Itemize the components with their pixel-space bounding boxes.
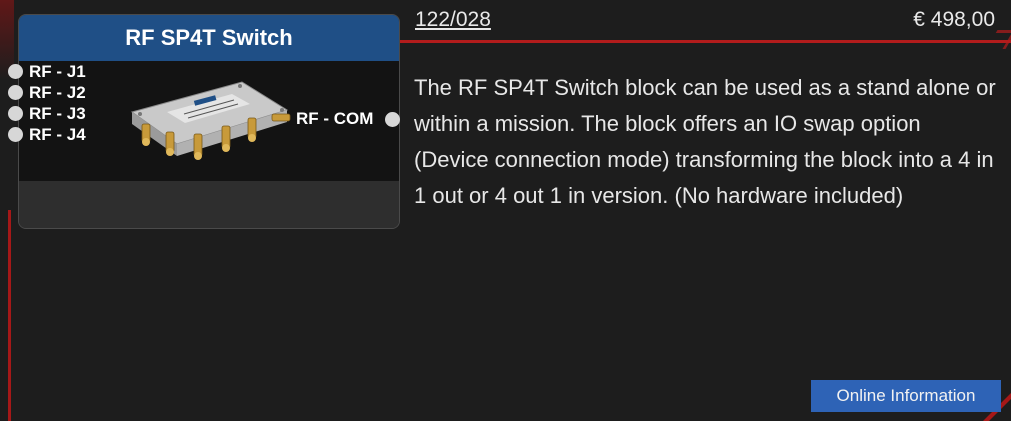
- port-rf-j1[interactable]: RF - J1: [8, 61, 86, 82]
- port-label: RF - J3: [29, 103, 86, 123]
- port-connector-icon[interactable]: [8, 127, 23, 142]
- port-connector-icon[interactable]: [385, 111, 401, 127]
- block-footer: [19, 181, 399, 228]
- port-connector-icon[interactable]: [8, 64, 23, 79]
- product-panel: RF SP4T Switch RF - J1 RF - J2 RF - J3 R…: [0, 0, 1011, 421]
- port-rf-j3[interactable]: RF - J3: [8, 103, 86, 124]
- port-label: RF - COM: [296, 109, 374, 128]
- frame-top-line: [395, 40, 1011, 43]
- port-label: RF - J4: [29, 124, 86, 144]
- port-rf-j4[interactable]: RF - J4: [8, 124, 86, 145]
- block-title: RF SP4T Switch: [19, 15, 399, 61]
- product-description: The RF SP4T Switch block can be used as …: [414, 75, 996, 208]
- frame-left-line: [8, 210, 11, 421]
- input-port-list: RF - J1 RF - J2 RF - J3 RF - J4: [8, 61, 86, 145]
- port-connector-icon[interactable]: [8, 85, 23, 100]
- product-price: € 498,00: [913, 8, 995, 31]
- port-label: RF - J1: [29, 61, 86, 81]
- port-connector-icon[interactable]: [8, 106, 23, 121]
- port-rf-com[interactable]: RF - COM: [296, 109, 401, 129]
- port-rf-j2[interactable]: RF - J2: [8, 82, 86, 103]
- port-label: RF - J2: [29, 82, 86, 102]
- online-information-button[interactable]: Online Information: [811, 380, 1001, 412]
- rf-switch-device-image: [130, 81, 291, 160]
- product-sku-link[interactable]: 122/028: [415, 8, 491, 32]
